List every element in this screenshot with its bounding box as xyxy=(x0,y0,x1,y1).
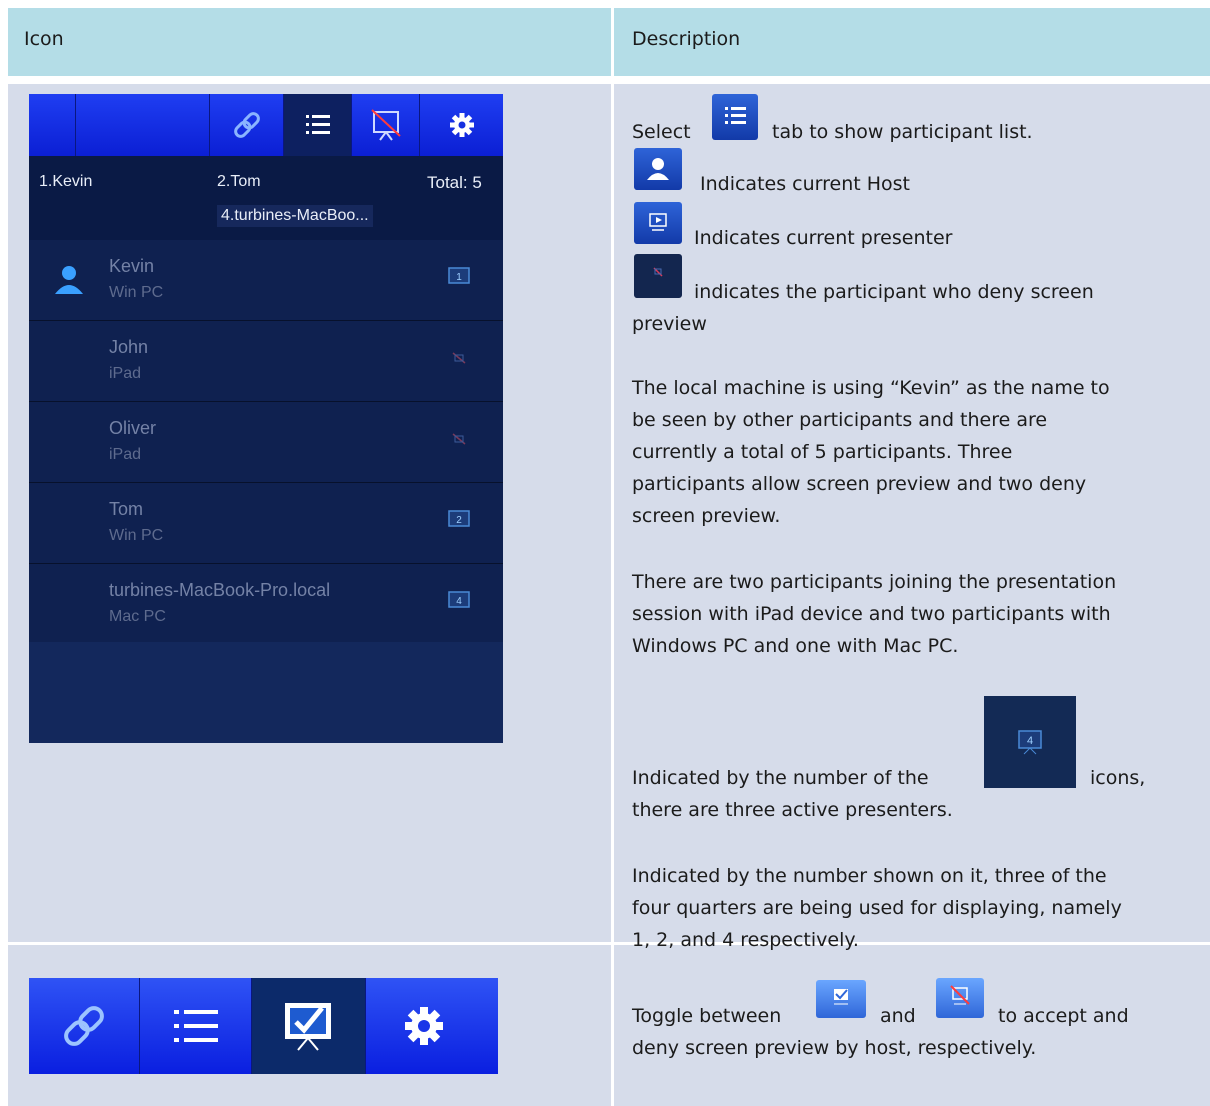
host-icon xyxy=(647,158,669,180)
select-text: Select xyxy=(632,121,691,143)
tab-settings[interactable] xyxy=(419,94,503,156)
participant-row[interactable]: turbines-MacBook-Pro.local Mac PC 4 xyxy=(29,564,503,645)
participant-device: Mac PC xyxy=(109,608,166,625)
participant-name: John xyxy=(109,337,149,357)
participant-device: iPad xyxy=(109,446,142,463)
tab-bar xyxy=(29,94,503,156)
local-machine-line4: participants allow screen preview and tw… xyxy=(632,473,1087,495)
presenter-description: Indicates current presenter xyxy=(694,227,953,249)
tab-participant-list[interactable] xyxy=(283,94,352,156)
devices-line1: There are two participants joining the p… xyxy=(632,571,1117,593)
quarters-line1: Indicated by the number shown on it, thr… xyxy=(632,865,1107,887)
local-machine-line5: screen preview. xyxy=(632,505,781,527)
summary-participant-2: 2.Tom xyxy=(217,173,261,190)
list-icon xyxy=(725,107,746,124)
presenter-toolbar-screenshot xyxy=(29,978,498,1074)
summary-participant-4: 4.turbines-MacBoo... xyxy=(217,205,373,227)
local-machine-line3: currently a total of 5 participants. Thr… xyxy=(632,441,1013,463)
participant-device: iPad xyxy=(109,365,142,382)
list-icon xyxy=(174,1010,218,1042)
deny-preview-icon xyxy=(452,352,466,364)
presenter-2-icon: 2 xyxy=(448,510,470,527)
participant-row[interactable]: John iPad xyxy=(29,321,503,402)
deny-description-line2: preview xyxy=(632,313,707,335)
local-machine-line1: The local machine is using “Kevin” as th… xyxy=(632,377,1110,399)
tab-empty-2[interactable] xyxy=(75,94,210,156)
participant-name: Kevin xyxy=(109,256,155,276)
presenter-number: 4 xyxy=(456,596,462,607)
presenter-1-icon: 1 xyxy=(448,267,470,284)
host-indicator-icon xyxy=(634,148,682,190)
toolbar-screen-preview-tab[interactable] xyxy=(251,978,366,1074)
tab-empty-1[interactable] xyxy=(29,94,75,156)
participant-name: Tom xyxy=(109,499,144,519)
participant-device: Win PC xyxy=(109,527,164,544)
participant-row[interactable]: Kevin Win PC 1 xyxy=(29,240,503,321)
devices-line2: session with iPad device and two partici… xyxy=(632,603,1111,625)
tab-screen-preview[interactable] xyxy=(351,94,420,156)
indicated-text-icons: icons, xyxy=(1090,767,1146,789)
toggle-text-rest: to accept and xyxy=(998,1005,1129,1027)
list-tab-icon xyxy=(712,94,758,140)
quarters-line3: 1, 2, and 4 respectively. xyxy=(632,929,859,951)
participant-row[interactable]: Oliver iPad xyxy=(29,402,503,483)
quarters-line2: four quarters are being used for display… xyxy=(632,897,1122,919)
participant-name: Oliver xyxy=(109,418,157,438)
gear-icon xyxy=(405,1007,443,1045)
deny-preview-icon xyxy=(950,985,970,1005)
presenter-4-icon: 4 xyxy=(1018,730,1042,755)
participant-summary: 1.Kevin 2.Tom 4.turbines-MacBoo... Total… xyxy=(29,156,503,240)
deny-indicator-icon xyxy=(634,254,682,298)
select-text-rest: tab to show participant list. xyxy=(772,121,1033,143)
header-description-label: Description xyxy=(632,28,741,50)
presenter-number: 2 xyxy=(456,515,462,526)
indicated-text: Indicated by the number of the xyxy=(632,767,929,789)
participant-device: Win PC xyxy=(109,284,164,301)
header-cell-description: Description xyxy=(614,8,1210,76)
presenter-number: 1 xyxy=(456,272,462,283)
host-description: Indicates current Host xyxy=(700,173,910,195)
summary-participant-1: 1.Kevin xyxy=(39,173,93,190)
tab-link[interactable] xyxy=(209,94,284,156)
presenter-icon xyxy=(649,213,667,231)
toggle-text: Toggle between xyxy=(632,1005,782,1027)
list-icon xyxy=(306,115,330,134)
link-icon xyxy=(64,1006,104,1046)
participant-list-screenshot: 1.Kevin 2.Tom 4.turbines-MacBoo... Total… xyxy=(29,94,503,743)
local-machine-line2: be seen by other participants and there … xyxy=(632,409,1048,431)
link-icon xyxy=(234,112,260,138)
indicated-text-line2: there are three active presenters. xyxy=(632,799,953,821)
participant-row[interactable]: Tom Win PC 2 xyxy=(29,483,503,564)
participant-name: turbines-MacBook-Pro.local xyxy=(109,580,331,600)
devices-line3: Windows PC and one with Mac PC. xyxy=(632,635,959,657)
deny-preview-icon xyxy=(653,267,663,277)
deny-preview-icon xyxy=(452,433,466,445)
deny-preview-mini xyxy=(936,978,984,1018)
presenter-4-icon: 4 xyxy=(448,591,470,608)
toolbar-list-tab[interactable] xyxy=(139,978,252,1074)
toggle-and: and xyxy=(880,1005,916,1027)
accept-preview-icon xyxy=(285,1003,331,1051)
toggle-text-line2: deny screen preview by host, respectivel… xyxy=(632,1037,1037,1059)
toolbar-settings-tab[interactable] xyxy=(365,978,499,1074)
presenter-count-icon: 4 xyxy=(984,696,1076,788)
gear-icon xyxy=(450,113,474,137)
presenter-indicator-icon xyxy=(634,202,682,244)
deny-preview-icon xyxy=(371,109,401,141)
accept-preview-icon xyxy=(834,989,848,1005)
header-cell-icon: Icon xyxy=(8,8,611,76)
deny-description-line1: indicates the participant who deny scree… xyxy=(694,281,1094,303)
presenter-number: 4 xyxy=(1027,735,1033,747)
list-empty-area xyxy=(29,642,503,743)
total-count: Total: 5 xyxy=(427,173,482,192)
accept-preview-mini xyxy=(816,980,866,1018)
host-icon xyxy=(55,266,83,294)
toolbar-link-tab[interactable] xyxy=(29,978,139,1074)
header-icon-label: Icon xyxy=(24,28,64,50)
